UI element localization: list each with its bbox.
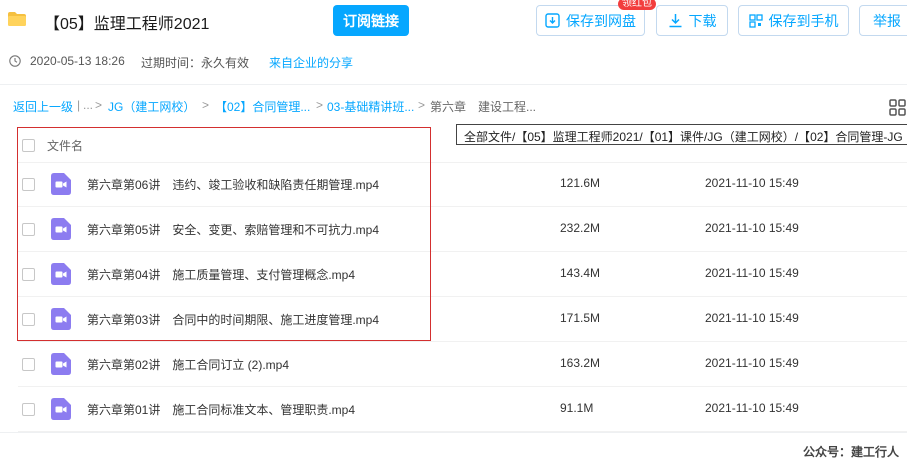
file-date: 2021-11-10 15:49	[705, 311, 799, 325]
page-title: 【05】监理工程师2021	[44, 16, 210, 33]
file-date: 2021-11-10 15:49	[705, 356, 799, 370]
breadcrumb-item-jg[interactable]: JG（建工网校）	[108, 98, 195, 115]
video-file-icon	[51, 398, 71, 420]
divider	[0, 432, 907, 433]
folder-icon	[8, 12, 26, 26]
clock-icon	[9, 55, 21, 67]
save-to-phone-button[interactable]: 保存到手机	[738, 5, 849, 36]
file-size: 232.2M	[560, 221, 601, 235]
highlight-box	[17, 127, 431, 341]
file-name[interactable]: 第六章第01讲 施工合同标准文本、管理职责.mp4	[87, 401, 355, 418]
file-date: 2021-11-10 15:49	[705, 176, 799, 190]
save-to-disk-label: 保存到网盘	[566, 12, 636, 29]
report-button[interactable]: 举报	[859, 5, 907, 36]
file-date: 2021-11-10 15:49	[705, 401, 799, 415]
row-checkbox[interactable]	[22, 403, 35, 416]
file-name[interactable]: 第六章第02讲 施工合同订立 (2).mp4	[87, 356, 289, 373]
breadcrumb-current: 第六章 建设工程...	[430, 100, 537, 114]
qrcode-icon	[748, 13, 763, 28]
save-icon	[545, 13, 560, 28]
breadcrumb-separator: |	[77, 98, 81, 112]
file-size: 171.5M	[560, 311, 601, 325]
file-size: 91.1M	[560, 401, 594, 415]
file-date: 2021-11-10 15:49	[705, 266, 799, 280]
red-packet-badge[interactable]: 领红包	[618, 0, 656, 10]
subscribe-button[interactable]: 订阅链接	[333, 5, 409, 36]
download-label: 下载	[688, 12, 717, 29]
path-tooltip: 全部文件/【05】监理工程师2021/【01】课件/JG（建工网校）/【02】合…	[456, 124, 907, 145]
share-source-link[interactable]: 来自企业的分享	[269, 54, 353, 71]
grid-view-icon[interactable]	[889, 99, 906, 116]
expire-time: 过期时间：永久有效	[141, 56, 250, 70]
breadcrumb-item-contract[interactable]: 【02】合同管理...	[215, 98, 310, 115]
breadcrumb-chevron: >	[418, 98, 426, 112]
breadcrumb-chevron: >	[316, 98, 324, 112]
row-divider	[18, 386, 907, 387]
row-divider	[18, 341, 907, 342]
download-button[interactable]: 下载	[656, 5, 728, 36]
breadcrumb-ellipsis[interactable]: ...	[83, 98, 93, 112]
report-label: 举报	[873, 12, 901, 29]
save-to-phone-label: 保存到手机	[768, 12, 839, 29]
watermark-text: 公众号：建工行人	[803, 445, 900, 459]
breadcrumb-chevron: >	[95, 98, 103, 112]
breadcrumb-chevron: >	[202, 98, 210, 112]
file-size: 121.6M	[560, 176, 601, 190]
file-size: 143.4M	[560, 266, 601, 280]
video-file-icon	[51, 353, 71, 375]
created-time: 2020-05-13 18:26	[30, 54, 125, 68]
file-size: 163.2M	[560, 356, 601, 370]
back-link[interactable]: 返回上一级	[13, 98, 73, 115]
row-checkbox[interactable]	[22, 358, 35, 371]
download-icon	[669, 14, 681, 28]
file-date: 2021-11-10 15:49	[705, 221, 799, 235]
divider	[0, 84, 907, 85]
breadcrumb-item-basic-class[interactable]: 03-基础精讲班...	[327, 98, 414, 115]
